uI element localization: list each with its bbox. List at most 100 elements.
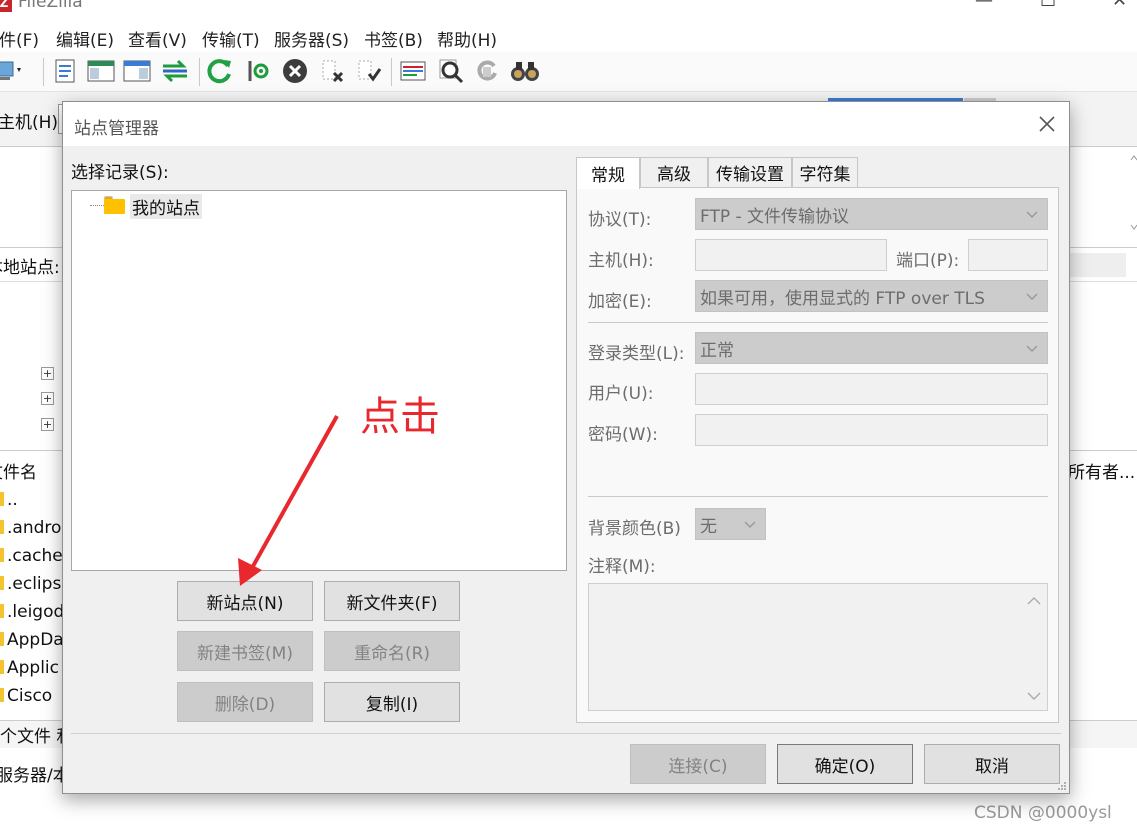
host-input[interactable] bbox=[695, 239, 887, 271]
list-item[interactable]: .leigod bbox=[0, 602, 64, 622]
process-queue-icon[interactable] bbox=[243, 56, 273, 86]
file-name: .leigod bbox=[7, 602, 65, 622]
queue-tab-label[interactable]: 服务器/本 bbox=[0, 761, 70, 786]
menu-transfer[interactable]: 传输(T) bbox=[202, 26, 260, 51]
filezilla-logo-icon: Z bbox=[0, 0, 12, 12]
protocol-label: 协议(T): bbox=[588, 210, 652, 230]
expand-icon[interactable]: + bbox=[41, 367, 54, 380]
encryption-value: 如果可用，使用显式的 FTP over TLS bbox=[700, 288, 985, 309]
logon-type-select[interactable]: 正常 bbox=[695, 332, 1048, 364]
disconnect-icon[interactable] bbox=[318, 56, 348, 86]
directory-comparison-icon[interactable] bbox=[436, 56, 466, 86]
dialog-title-bar: 站点管理器 bbox=[63, 102, 1069, 146]
list-item[interactable]: .andro bbox=[0, 518, 61, 538]
comments-label: 注释(M): bbox=[588, 557, 656, 577]
copy-button[interactable]: 复制(I) bbox=[324, 682, 460, 722]
menu-view[interactable]: 查看(V) bbox=[128, 26, 187, 51]
scroll-up-icon[interactable] bbox=[1027, 594, 1041, 606]
folder-icon bbox=[0, 492, 4, 506]
resize-grip-icon[interactable] bbox=[1057, 781, 1067, 791]
user-label: 用户(U): bbox=[588, 384, 654, 404]
tab-transfer-settings[interactable]: 传输设置 bbox=[708, 157, 792, 187]
protocol-select[interactable]: FTP - 文件传输协议 bbox=[695, 198, 1048, 230]
logon-type-label: 登录类型(L): bbox=[588, 344, 685, 364]
list-item[interactable]: Cisco bbox=[0, 686, 52, 706]
new-folder-button[interactable]: 新文件夹(F) bbox=[324, 581, 460, 621]
directory-listing-filters-icon[interactable] bbox=[398, 56, 428, 86]
local-tree-icon[interactable] bbox=[86, 56, 116, 86]
password-label: 密码(W): bbox=[588, 425, 658, 445]
list-item[interactable]: .cache bbox=[0, 546, 63, 566]
reconnect-icon[interactable] bbox=[354, 56, 384, 86]
folder-icon bbox=[0, 660, 4, 674]
port-label: 端口(P): bbox=[896, 251, 960, 271]
menu-help[interactable]: 帮助(H) bbox=[437, 26, 497, 51]
background-color-select[interactable]: 无 bbox=[695, 508, 766, 540]
cancel-button[interactable]: 取消 bbox=[924, 744, 1060, 784]
annotation-text: 点击 bbox=[360, 394, 440, 440]
port-input[interactable] bbox=[968, 239, 1048, 271]
list-item[interactable]: .eclips bbox=[0, 574, 61, 594]
file-name: .cache bbox=[7, 546, 63, 566]
encryption-label: 加密(E): bbox=[588, 292, 652, 312]
protocol-value: FTP - 文件传输协议 bbox=[700, 206, 850, 227]
synchronized-browsing-icon[interactable] bbox=[472, 56, 502, 86]
expand-icon[interactable]: + bbox=[41, 418, 54, 431]
tree-connector bbox=[90, 205, 104, 206]
local-site-label: 本地站点: bbox=[0, 258, 60, 278]
list-item[interactable]: .. bbox=[0, 490, 18, 510]
minimize-icon[interactable]: — bbox=[975, 0, 993, 11]
tab-charset[interactable]: 字符集 bbox=[792, 157, 858, 187]
message-log-icon[interactable] bbox=[50, 56, 80, 86]
tab-general[interactable]: 常规 bbox=[576, 157, 640, 189]
column-filename[interactable]: 文件名 bbox=[0, 458, 37, 483]
menu-file[interactable]: 文件(F) bbox=[0, 26, 39, 51]
connect-button[interactable]: 连接(C) bbox=[630, 744, 766, 784]
expand-icon[interactable]: + bbox=[41, 392, 54, 405]
scroll-down-icon[interactable] bbox=[1027, 690, 1041, 702]
remote-site-path[interactable] bbox=[1070, 253, 1126, 277]
cancel-operation-icon[interactable] bbox=[280, 56, 310, 86]
password-input[interactable] bbox=[695, 414, 1048, 446]
close-window-icon[interactable]: ✕ bbox=[1112, 0, 1127, 11]
new-site-button[interactable]: 新站点(N) bbox=[177, 581, 313, 621]
list-item[interactable]: Applic bbox=[0, 658, 59, 678]
site-tree[interactable]: 我的站点 bbox=[71, 190, 567, 571]
filezilla-window: Z FileZilla — ☐ ✕ 文件(F) 编辑(E) 查看(V) 传输(T… bbox=[0, 0, 1137, 834]
chevron-down-icon bbox=[1026, 211, 1038, 218]
comments-textarea[interactable] bbox=[588, 583, 1048, 711]
encryption-select[interactable]: 如果可用，使用显式的 FTP over TLS bbox=[695, 280, 1048, 312]
column-owner[interactable]: 所有者... bbox=[1068, 458, 1135, 483]
host-label: 主机(H): bbox=[588, 251, 654, 271]
tree-item-my-sites[interactable]: 我的站点 bbox=[130, 194, 202, 219]
transfer-queue-icon[interactable] bbox=[160, 56, 190, 86]
file-name: AppDa bbox=[7, 630, 64, 650]
background-color-label: 背景颜色(B) bbox=[588, 519, 681, 539]
remote-tree-icon[interactable] bbox=[122, 56, 152, 86]
menu-server[interactable]: 服务器(S) bbox=[274, 26, 349, 51]
divider bbox=[588, 496, 1048, 497]
search-remote-files-icon[interactable] bbox=[510, 56, 540, 86]
site-manager-icon[interactable] bbox=[0, 56, 24, 86]
tab-advanced[interactable]: 高级 bbox=[640, 157, 708, 187]
user-input[interactable] bbox=[695, 373, 1048, 405]
folder-icon bbox=[0, 548, 4, 562]
folder-icon bbox=[0, 520, 4, 534]
dialog-divider bbox=[71, 733, 1061, 734]
list-item[interactable]: AppDa bbox=[0, 630, 64, 650]
menu-edit[interactable]: 编辑(E) bbox=[56, 26, 114, 51]
message-log-scrollbar[interactable] bbox=[1130, 150, 1137, 245]
folder-icon bbox=[0, 576, 4, 590]
file-name: .. bbox=[7, 490, 18, 510]
site-manager-dialog: 站点管理器 选择记录(S): 我的站点 新站点(N) 新文件夹(F) 新建书签(… bbox=[62, 101, 1070, 794]
chevron-down-icon bbox=[1026, 293, 1038, 300]
folder-icon bbox=[0, 632, 4, 646]
maximize-icon[interactable]: ☐ bbox=[1040, 0, 1056, 11]
ok-button[interactable]: 确定(O) bbox=[777, 744, 913, 784]
menu-bookmarks[interactable]: 书签(B) bbox=[364, 26, 423, 51]
refresh-icon[interactable] bbox=[205, 56, 235, 86]
new-bookmark-button[interactable]: 新建书签(M) bbox=[177, 631, 313, 671]
delete-button[interactable]: 删除(D) bbox=[177, 682, 313, 722]
rename-button[interactable]: 重命名(R) bbox=[324, 631, 460, 671]
close-icon[interactable] bbox=[1033, 110, 1061, 138]
